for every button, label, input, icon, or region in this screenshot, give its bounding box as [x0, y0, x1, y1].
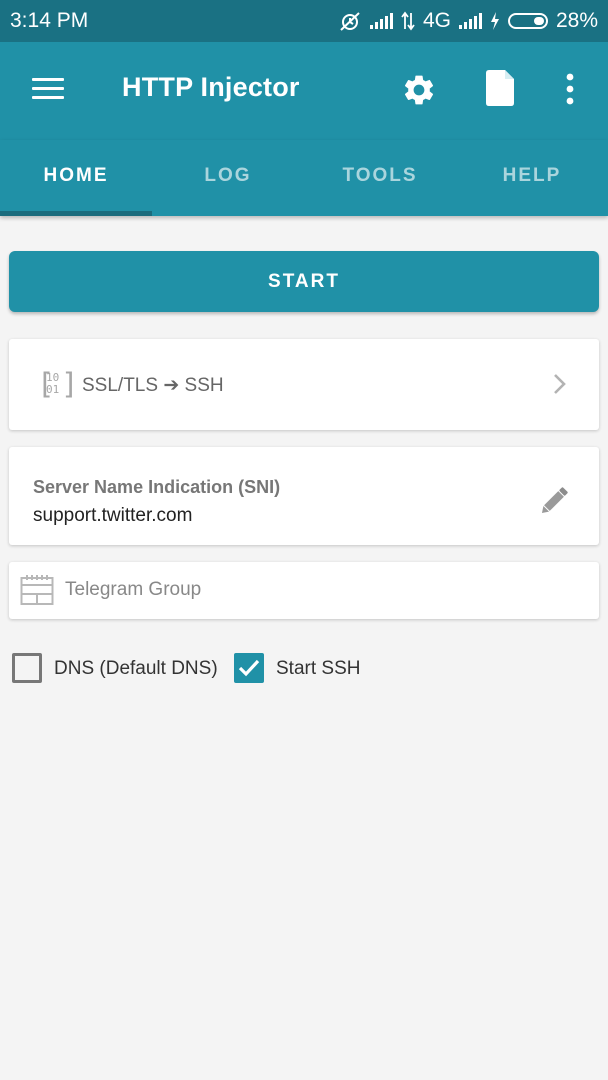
sni-title: Server Name Indication (SNI) [33, 477, 281, 497]
tab-log[interactable]: LOG [152, 140, 304, 216]
network-type: 4G [422, 9, 451, 32]
tunnel-mode-selector[interactable]: [ 10 01 ] SSL/TLS ➔ SSH [9, 339, 599, 430]
signal-icon [458, 13, 482, 29]
menu-icon[interactable] [32, 78, 64, 100]
data-transfer-icon [401, 11, 415, 31]
tab-home[interactable]: HOME [0, 140, 152, 216]
app-bar: HTTP Injector [0, 42, 608, 140]
battery-percent: 28% [555, 9, 598, 32]
edit-pencil-icon[interactable] [536, 483, 572, 519]
tunnel-mode-label: SSL/TLS ➔ SSH [82, 375, 224, 396]
settings-icon[interactable] [401, 72, 437, 108]
signal-icon [369, 13, 393, 29]
checkmark-icon [238, 659, 260, 677]
tab-help[interactable]: HELP [456, 140, 608, 216]
dns-checkbox-label[interactable]: DNS (Default DNS) [54, 658, 218, 680]
telegram-group-field[interactable]: Telegram Group [9, 562, 599, 619]
binary-brackets-icon: [ 10 01 ] [37, 367, 79, 401]
active-tab-indicator [0, 211, 152, 216]
more-options-icon[interactable] [562, 72, 578, 106]
status-time: 3:14 PM [10, 9, 89, 32]
status-icons: 4G 28% [338, 9, 598, 33]
alarm-off-icon [340, 12, 360, 31]
file-icon[interactable] [486, 70, 514, 106]
status-bar: 3:14 PM 4G 28% [0, 0, 608, 42]
start-button[interactable]: START [9, 251, 599, 312]
battery-icon [507, 13, 548, 29]
dns-checkbox[interactable] [12, 653, 42, 683]
start-ssh-checkbox[interactable] [234, 653, 264, 683]
tab-tools[interactable]: TOOLS [304, 140, 456, 216]
sni-card[interactable]: Server Name Indication (SNI) support.twi… [9, 447, 599, 545]
icon-bits-bottom: 01 [46, 383, 60, 396]
start-ssh-label[interactable]: Start SSH [276, 658, 360, 680]
app-title: HTTP Injector [122, 72, 300, 102]
calendar-layout-icon [20, 575, 54, 605]
tab-bar: HOME LOG TOOLS HELP [0, 140, 608, 216]
telegram-group-placeholder: Telegram Group [65, 579, 202, 600]
charging-icon [490, 12, 499, 30]
chevron-right-icon [554, 374, 566, 394]
sni-value: support.twitter.com [33, 505, 193, 526]
